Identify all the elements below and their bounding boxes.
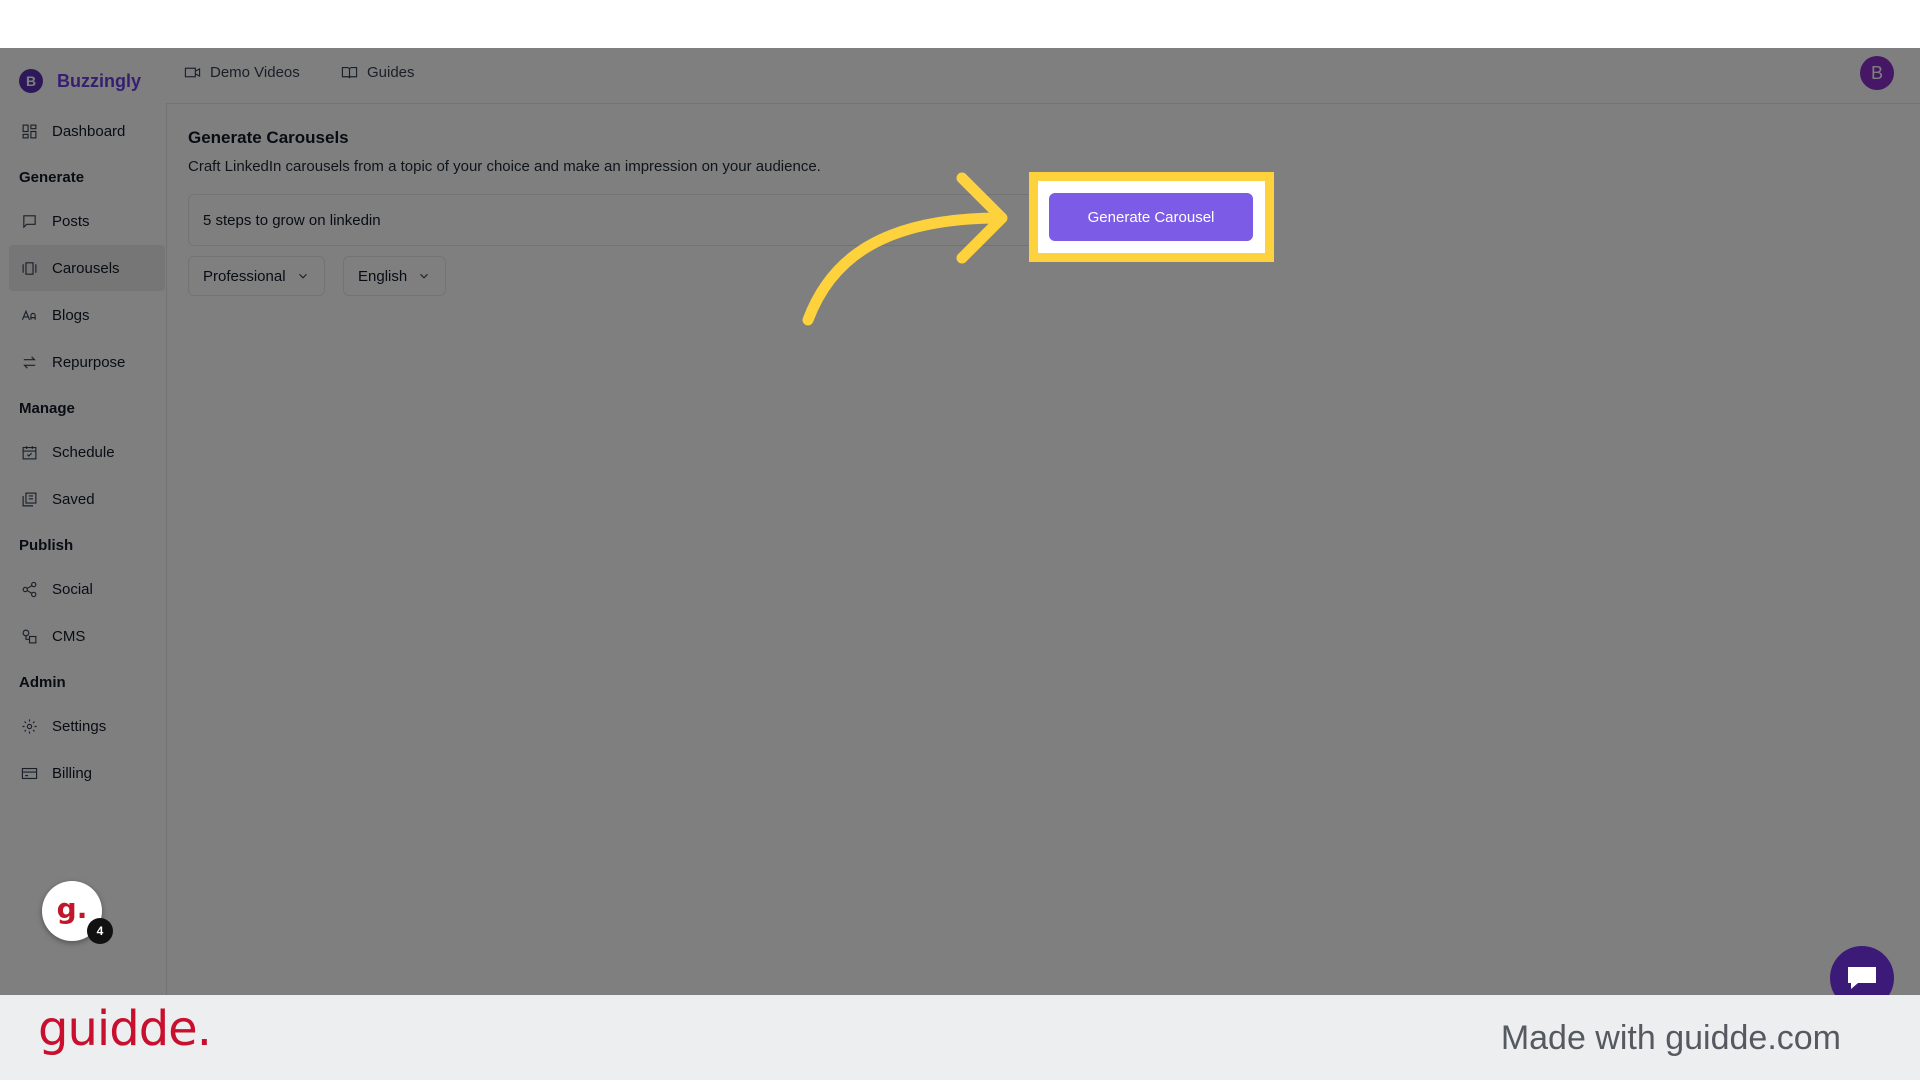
made-with-guidde-text: Made with guidde.com [1500,1019,1841,1057]
guidde-logo: guidde. [38,1001,212,1057]
guidde-step-count-badge: 4 [87,918,113,944]
top-blank-strip [0,0,1920,48]
guidde-footer: guidde. Made with guidde.com [0,995,1920,1080]
generate-carousel-button[interactable]: Generate Carousel [1049,193,1253,241]
guidde-g-icon: g. [56,891,88,925]
chat-bubble-icon [1848,967,1876,989]
pointer-arrow-icon [802,172,1008,326]
